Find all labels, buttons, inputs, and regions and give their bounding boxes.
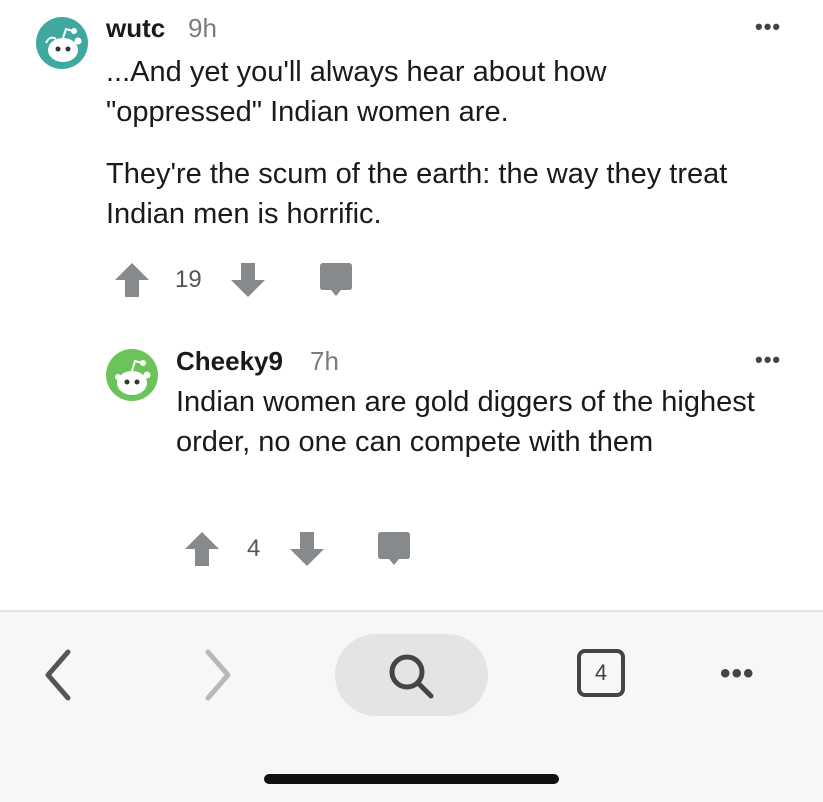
username[interactable]: Cheeky9	[176, 346, 283, 377]
chevron-left-icon[interactable]	[40, 648, 76, 702]
home-indicator	[264, 774, 559, 784]
avatar[interactable]	[36, 17, 88, 69]
avatar[interactable]	[106, 349, 158, 401]
comment-paragraph: Indian women are gold diggers of the hig…	[176, 386, 755, 458]
comment-wutc: wutc 9h ••• ...And yet you'll always hea…	[0, 0, 823, 320]
snoo-avatar-icon	[45, 27, 82, 62]
comment-cheeky9: Cheeky9 7h ••• Indian women are gold dig…	[0, 330, 823, 600]
snoo-avatar-icon	[115, 359, 151, 395]
menu-button[interactable]: •••	[720, 657, 755, 691]
username[interactable]: wutc	[106, 13, 165, 44]
comment-paragraph: ...And yet you'll always hear about how …	[106, 56, 607, 128]
comment-body: ...And yet you'll always hear about how …	[106, 52, 746, 234]
comment-age: 9h	[188, 13, 217, 43]
chevron-right-icon[interactable]	[200, 648, 236, 702]
downvote-icon[interactable]	[229, 261, 267, 299]
more-options-button[interactable]: •••	[755, 347, 781, 373]
tabs-button[interactable]: 4	[577, 649, 625, 697]
vote-count: 4	[247, 535, 261, 562]
search-icon	[389, 654, 434, 699]
vote-count: 19	[175, 266, 202, 293]
upvote-icon[interactable]	[183, 530, 221, 568]
upvote-icon[interactable]	[113, 261, 151, 299]
search-button[interactable]	[335, 634, 488, 716]
more-options-button[interactable]: •••	[755, 14, 781, 40]
browser-toolbar: 4 •••	[0, 610, 823, 802]
reply-icon[interactable]	[318, 262, 354, 298]
comment-age: 7h	[310, 346, 339, 376]
reply-icon[interactable]	[376, 531, 412, 567]
comment-paragraph: They're the scum of the earth: the way t…	[106, 158, 728, 230]
comment-body: Indian women are gold diggers of the hig…	[176, 382, 776, 462]
downvote-icon[interactable]	[288, 530, 326, 568]
